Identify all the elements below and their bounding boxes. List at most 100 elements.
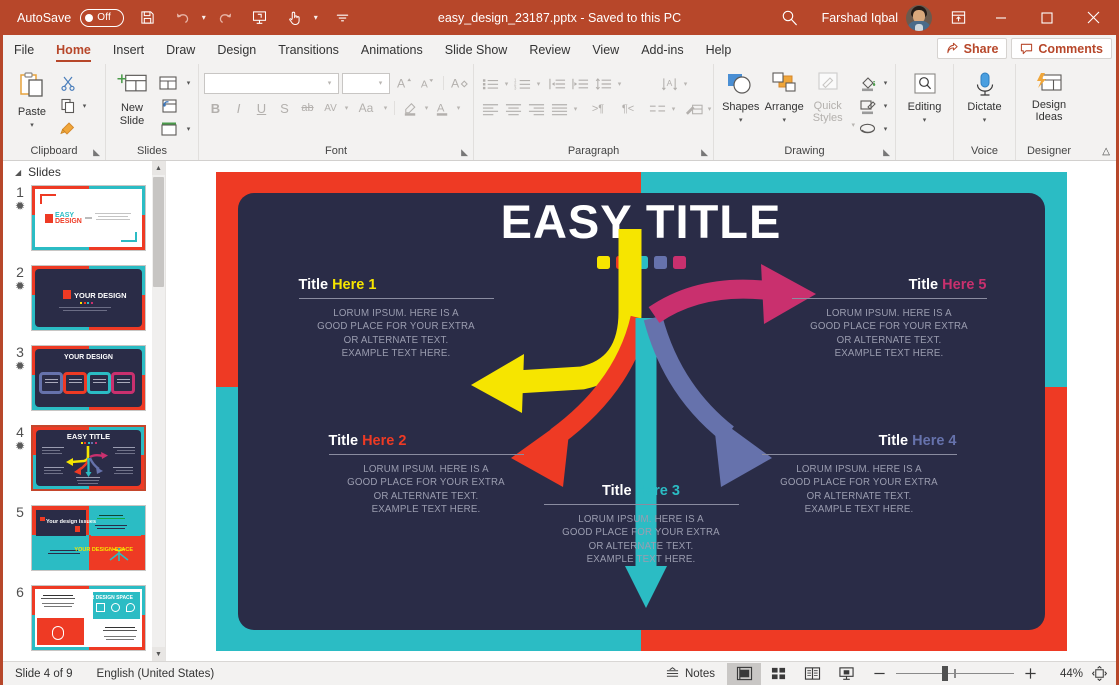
paste-dropdown-caret[interactable]: ▾ xyxy=(28,119,37,132)
tab-review[interactable]: Review xyxy=(518,35,581,64)
tab-design[interactable]: Design xyxy=(206,35,267,64)
editing-caret[interactable]: ▾ xyxy=(920,114,929,127)
reading-view-icon[interactable] xyxy=(795,663,829,685)
line-spacing-button[interactable] xyxy=(592,73,615,95)
bullets-caret[interactable]: ▾ xyxy=(502,80,511,88)
columns-button[interactable] xyxy=(646,98,669,120)
change-case-caret[interactable]: ▾ xyxy=(381,104,390,112)
text-direction-caret[interactable]: ▾ xyxy=(681,80,690,88)
tab-animations[interactable]: Animations xyxy=(350,35,434,64)
thumbnail-slide-6[interactable]: 6 YOUR DES xyxy=(3,585,165,661)
scrollbar-track[interactable] xyxy=(152,175,165,647)
section-button[interactable] xyxy=(153,118,183,140)
layout-button[interactable] xyxy=(153,72,183,94)
save-icon[interactable] xyxy=(134,4,161,31)
thumbnail-scrollbar[interactable]: ▲ ▼ xyxy=(152,161,165,661)
text-highlight-button[interactable] xyxy=(399,97,422,119)
character-spacing-caret[interactable]: ▾ xyxy=(342,104,351,112)
zoom-in-icon[interactable] xyxy=(1020,667,1045,680)
slide-sorter-icon[interactable] xyxy=(761,663,795,685)
cut-button[interactable] xyxy=(56,72,79,94)
tab-add-ins[interactable]: Add-ins xyxy=(630,35,694,64)
shape-outline-caret[interactable]: ▾ xyxy=(881,102,890,110)
ribbon-display-options-icon[interactable] xyxy=(938,0,978,35)
font-color-button[interactable]: A xyxy=(431,97,454,119)
section-dropdown-caret[interactable]: ▾ xyxy=(184,125,193,133)
tab-view[interactable]: View xyxy=(581,35,630,64)
share-button[interactable]: Share xyxy=(937,38,1008,59)
text-highlight-caret[interactable]: ▾ xyxy=(422,104,431,112)
tab-help[interactable]: Help xyxy=(695,35,743,64)
scroll-down-icon[interactable]: ▼ xyxy=(152,647,165,661)
font-dialog-launcher[interactable]: ◣ xyxy=(461,147,468,158)
bullets-button[interactable] xyxy=(479,73,502,95)
design-ideas-button[interactable]: Design Ideas xyxy=(1021,69,1077,123)
thumbnail-image[interactable]: Your design issues YOUR DESIGN SPACE xyxy=(31,505,146,571)
text-shadow-button[interactable]: S xyxy=(273,97,296,119)
arrange-button[interactable]: Arrange ▾ xyxy=(762,69,805,127)
align-text-right-button[interactable]: >¶ xyxy=(583,98,613,120)
font-color-caret[interactable]: ▾ xyxy=(454,104,463,112)
align-left-button[interactable] xyxy=(479,98,502,120)
shrink-font-button[interactable]: A xyxy=(416,72,439,94)
slide-show-icon[interactable] xyxy=(829,663,863,685)
zoom-out-icon[interactable] xyxy=(863,667,890,680)
account-button[interactable]: Farshad Iqbal xyxy=(812,5,938,31)
justify-caret[interactable]: ▾ xyxy=(571,105,580,113)
thumbnail-slide-3[interactable]: 3 ✹ YOUR DESIGN xyxy=(3,345,165,425)
zoom-level[interactable]: 44% xyxy=(1045,668,1083,680)
slide-block-1[interactable]: Title Here 1 LORUM IPSUM. HERE IS A GOOD… xyxy=(299,277,494,361)
shape-effects-button[interactable] xyxy=(857,118,880,140)
drawing-dialog-launcher[interactable]: ◣ xyxy=(883,147,890,158)
tab-home[interactable]: Home xyxy=(45,35,102,64)
avatar[interactable] xyxy=(906,5,932,31)
bold-button[interactable]: B xyxy=(204,97,227,119)
clipboard-dialog-launcher[interactable]: ◣ xyxy=(93,147,100,158)
justify-button[interactable] xyxy=(548,98,571,120)
slide-canvas[interactable]: EASY TITLE xyxy=(216,172,1067,651)
reset-button[interactable] xyxy=(153,95,183,117)
zoom-slider[interactable] xyxy=(896,663,1014,685)
tab-slide-show[interactable]: Slide Show xyxy=(434,35,519,64)
character-spacing-button[interactable]: AV xyxy=(319,97,342,119)
fit-to-window-icon[interactable] xyxy=(1083,666,1116,681)
minimize-icon[interactable] xyxy=(978,0,1024,35)
paragraph-dialog-launcher[interactable]: ◣ xyxy=(701,147,708,158)
thumbnail-slide-5[interactable]: 5 Your design issues xyxy=(3,505,165,585)
editing-button[interactable]: Editing ▾ xyxy=(901,69,948,127)
grow-font-button[interactable]: A xyxy=(393,72,416,94)
shape-outline-button[interactable] xyxy=(857,95,880,117)
scroll-up-icon[interactable]: ▲ xyxy=(152,161,165,175)
dictate-caret[interactable]: ▾ xyxy=(980,114,989,127)
align-text-left-button[interactable]: ¶< xyxy=(613,98,643,120)
font-name-caret[interactable]: ▾ xyxy=(325,79,334,87)
shape-fill-caret[interactable]: ▾ xyxy=(881,79,890,87)
line-spacing-caret[interactable]: ▾ xyxy=(615,80,624,88)
shapes-caret[interactable]: ▾ xyxy=(736,114,745,127)
numbering-caret[interactable]: ▾ xyxy=(534,80,543,88)
thumbnail-image[interactable]: YOUR DESIGN SPACE xyxy=(31,585,146,651)
slide-block-2[interactable]: Title Here 2 LORUM IPSUM. HERE IS A GOOD… xyxy=(329,433,524,517)
underline-button[interactable]: U xyxy=(250,97,273,119)
align-right-button[interactable] xyxy=(525,98,548,120)
numbering-button[interactable]: 123 xyxy=(511,73,534,95)
change-case-button[interactable]: Aa xyxy=(351,97,381,119)
slide-canvas-area[interactable]: EASY TITLE xyxy=(166,161,1116,661)
layout-dropdown-caret[interactable]: ▾ xyxy=(184,79,193,87)
convert-to-smartart-button[interactable] xyxy=(682,98,705,120)
start-presentation-icon[interactable] xyxy=(246,4,273,31)
maximize-icon[interactable] xyxy=(1024,0,1070,35)
normal-view-icon[interactable] xyxy=(727,663,761,685)
shape-effects-caret[interactable]: ▾ xyxy=(881,125,890,133)
undo-icon[interactable] xyxy=(169,4,196,31)
dictate-button[interactable]: Dictate ▾ xyxy=(959,69,1010,127)
notes-button[interactable]: Notes xyxy=(653,667,727,680)
comments-button[interactable]: Comments xyxy=(1011,38,1112,59)
clear-formatting-button[interactable]: A xyxy=(448,72,471,94)
format-painter-button[interactable] xyxy=(56,118,79,140)
close-icon[interactable] xyxy=(1070,0,1116,35)
copy-dropdown-caret[interactable]: ▾ xyxy=(80,102,89,110)
tab-transitions[interactable]: Transitions xyxy=(267,35,350,64)
language-indicator[interactable]: English (United States) xyxy=(85,668,227,680)
customize-quick-access-icon[interactable] xyxy=(329,4,356,31)
